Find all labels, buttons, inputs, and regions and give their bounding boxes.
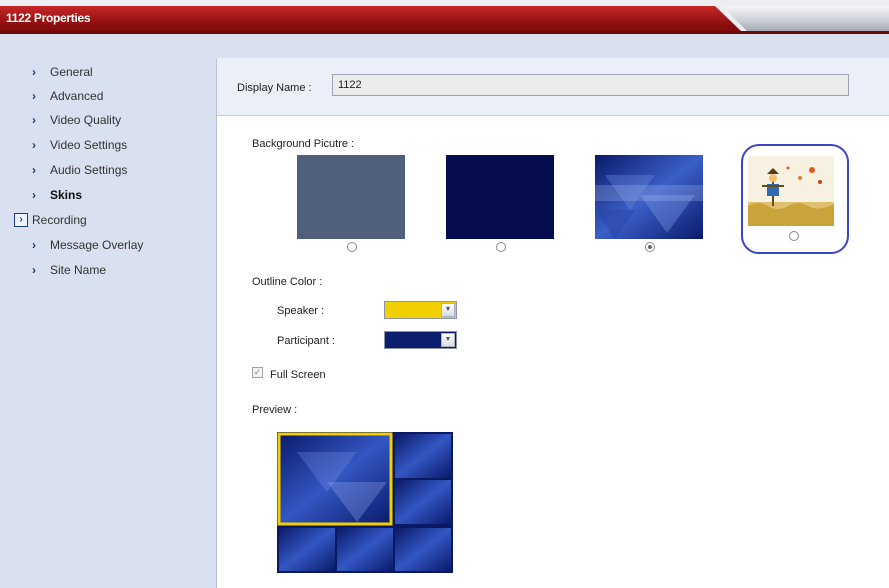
- background-option-dark-navy[interactable]: [446, 155, 554, 239]
- sidebar-item-skins[interactable]: › Skins: [32, 186, 82, 204]
- background-radio-1[interactable]: [347, 242, 357, 252]
- title-tab: [0, 6, 742, 32]
- scarecrow-image: [748, 156, 834, 226]
- sidebar-item-recording[interactable]: › Recording: [14, 211, 87, 229]
- chevron-down-icon: ▼: [441, 303, 455, 317]
- window-title: 1122 Properties: [6, 11, 91, 25]
- speaker-color-dropdown[interactable]: ▼: [384, 301, 457, 319]
- display-name-input[interactable]: [332, 74, 849, 96]
- speaker-label: Speaker :: [277, 305, 325, 317]
- display-name-row: Display Name :: [217, 58, 889, 116]
- sidebar-item-label: Skins: [50, 188, 83, 202]
- full-screen-label: Full Screen: [270, 369, 326, 381]
- chevron-right-box-icon: ›: [14, 213, 28, 227]
- background-option-gray-blue[interactable]: [297, 155, 405, 239]
- display-name-label: Display Name :: [237, 82, 312, 94]
- skin-preview-image: [277, 432, 453, 573]
- blue-pattern-image: [595, 155, 703, 239]
- chevron-down-icon: ▼: [441, 333, 455, 347]
- sidebar: › General › Advanced › Video Quality › V…: [0, 34, 216, 588]
- sidebar-item-label: Message Overlay: [50, 238, 144, 252]
- sidebar-item-label: Site Name: [50, 263, 107, 277]
- title-bar: 1122 Properties: [0, 0, 889, 34]
- background-option-blue-pattern[interactable]: [595, 155, 703, 239]
- chevron-right-icon: ›: [32, 65, 36, 79]
- sidebar-item-general[interactable]: › General: [32, 63, 93, 81]
- skin-preview: [277, 432, 453, 573]
- background-radio-2[interactable]: [496, 242, 506, 252]
- sidebar-item-message-overlay[interactable]: › Message Overlay: [32, 236, 143, 254]
- sidebar-item-audio-settings[interactable]: › Audio Settings: [32, 161, 127, 179]
- sidebar-item-site-name[interactable]: › Site Name: [32, 261, 106, 279]
- chevron-right-icon: ›: [32, 163, 36, 177]
- chevron-right-icon: ›: [32, 113, 36, 127]
- sidebar-item-label: Video Settings: [50, 138, 128, 152]
- sidebar-item-video-settings[interactable]: › Video Settings: [32, 136, 127, 154]
- background-option-scarecrow-image[interactable]: [748, 156, 834, 226]
- title-bar-right: [722, 6, 889, 32]
- sidebar-item-label: General: [50, 65, 93, 79]
- chevron-right-icon: ›: [32, 263, 36, 277]
- chevron-right-icon: ›: [32, 238, 36, 252]
- outline-color-label: Outline Color :: [252, 276, 323, 288]
- participant-color-dropdown[interactable]: ▼: [384, 331, 457, 349]
- chevron-right-icon: ›: [32, 188, 36, 202]
- sidebar-item-label: Video Quality: [50, 113, 122, 127]
- full-screen-checkbox[interactable]: ✓: [252, 367, 263, 378]
- chevron-right-icon: ›: [32, 138, 36, 152]
- participant-label: Participant :: [277, 335, 336, 347]
- sidebar-item-advanced[interactable]: › Advanced: [32, 87, 103, 105]
- sidebar-item-label: Advanced: [50, 89, 104, 103]
- preview-label: Preview :: [252, 404, 298, 416]
- sidebar-item-label: Recording: [32, 213, 87, 227]
- sidebar-item-video-quality[interactable]: › Video Quality: [32, 111, 121, 129]
- background-picture-label: Background Picutre :: [252, 138, 355, 150]
- chevron-right-icon: ›: [32, 89, 36, 103]
- background-radio-3[interactable]: [645, 242, 655, 252]
- skins-panel: Display Name : Background Picutre :: [216, 58, 889, 588]
- sidebar-item-label: Audio Settings: [50, 163, 128, 177]
- background-radio-4[interactable]: [789, 231, 799, 241]
